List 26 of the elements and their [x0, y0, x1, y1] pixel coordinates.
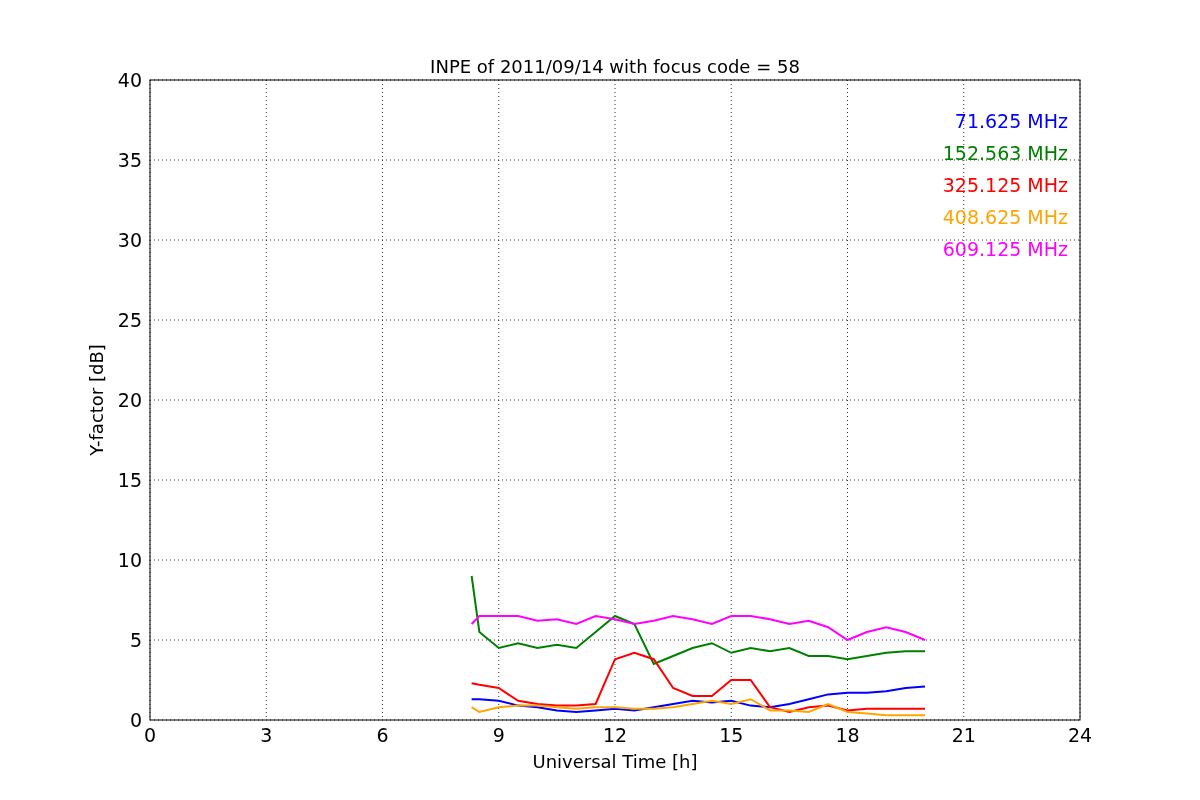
x-tick-label: 6 — [376, 724, 389, 746]
y-tick-label: 10 — [117, 549, 142, 571]
legend-label: 152.563 MHz — [942, 142, 1068, 164]
y-tick-label: 5 — [129, 629, 142, 651]
legend-label: 71.625 MHz — [954, 110, 1068, 132]
y-tick-label: 35 — [117, 149, 142, 171]
y-tick-label: 25 — [117, 309, 142, 331]
legend-label: 609.125 MHz — [942, 238, 1068, 260]
y-tick-label: 0 — [129, 709, 142, 731]
x-tick-label: 12 — [602, 724, 628, 746]
legend-label: 325.125 MHz — [942, 174, 1068, 196]
x-tick-label: 15 — [719, 724, 744, 746]
y-tick-label: 20 — [117, 389, 142, 411]
y-tick-label: 40 — [117, 69, 142, 91]
x-axis-label: Universal Time [h] — [532, 751, 698, 772]
y-axis-label: Y-factor [dB] — [86, 344, 107, 456]
x-tick-label: 3 — [260, 724, 273, 746]
legend-label: 408.625 MHz — [942, 206, 1068, 228]
chart-title: INPE of 2011/09/14 with focus code = 58 — [430, 56, 800, 77]
x-tick-label: 9 — [492, 724, 505, 746]
y-tick-label: 15 — [117, 469, 142, 491]
x-tick-label: 0 — [143, 724, 157, 746]
x-tick-label: 21 — [951, 724, 976, 746]
x-tick-label: 24 — [1067, 724, 1093, 746]
y-tick-label: 30 — [117, 229, 142, 251]
x-tick-label: 18 — [835, 724, 860, 746]
